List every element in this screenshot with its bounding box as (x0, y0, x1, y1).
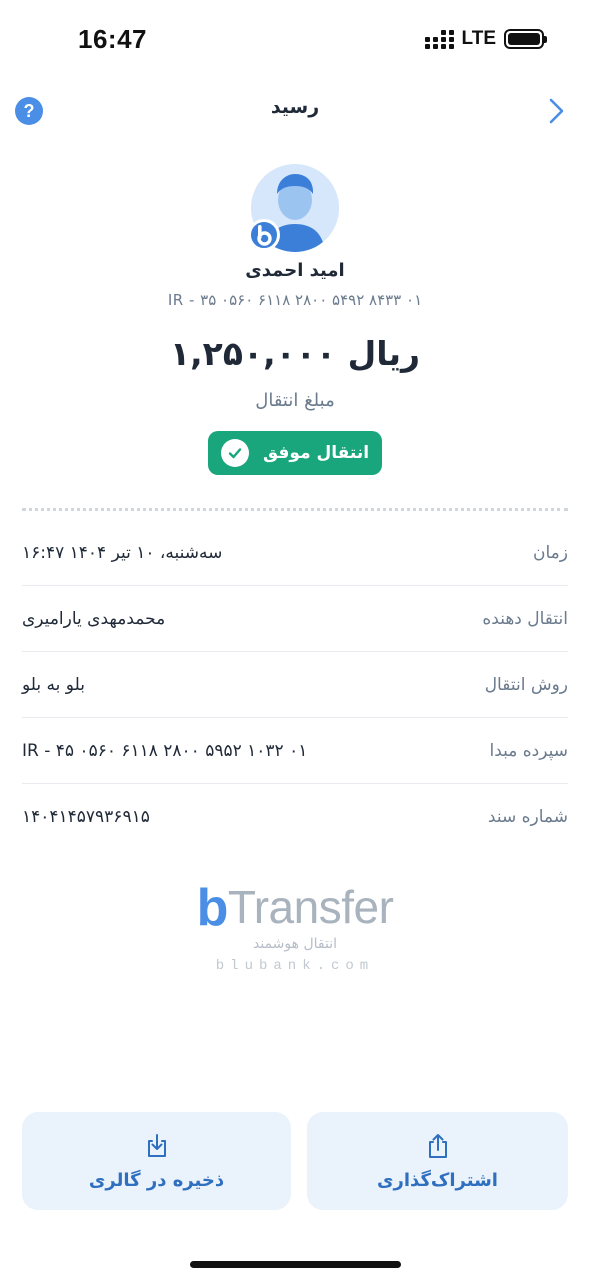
signal-icon (424, 29, 454, 49)
chevron-right-icon (549, 98, 564, 124)
recipient-iban: IR - ۳۵ ۰۵۶۰ ۶۱۱۸ ۲۸۰۰ ۵۴۹۲ ۸۴۳۳ ۰۱ (167, 291, 423, 309)
detail-value: محمدمهدی یارامیری (22, 608, 166, 629)
detail-value: IR - ۴۵ ۰۵۶۰ ۶۱۱۸ ۲۸۰۰ ۵۹۵۲ ۱۰۳۲ ۰۱ (22, 740, 308, 761)
download-icon (147, 1133, 166, 1157)
transfer-amount: ۱,۲۵۰,۰۰۰ ریال (170, 334, 420, 373)
detail-row-document-number: ۱۴۰۴۱۴۵۷۹۳۶۹۱۵ شماره سند (22, 784, 568, 850)
dotted-divider (22, 508, 568, 511)
detail-value: بلو به بلو (22, 674, 85, 695)
network-type: LTE (461, 28, 496, 49)
brand-b: b (196, 879, 229, 937)
brand-title: b Transfer (197, 880, 394, 934)
share-label: اشتراک‌گذاری (377, 1169, 498, 1191)
status-badge: انتقال موفق (208, 431, 382, 475)
brand-domain: blubank.com (215, 958, 375, 974)
detail-label: زمان (533, 542, 568, 563)
detail-row-method: بلو به بلو روش انتقال (22, 652, 568, 718)
detail-value: ۱۴۰۴۱۴۵۷۹۳۶۹۱۵ (22, 807, 150, 827)
status-text: انتقال موفق (262, 443, 370, 463)
detail-value: ۱۶:۴۷ سه‌شنبه، ۱۰ تیر ۱۴۰۴ (22, 542, 223, 563)
brand-logo: b Transfer انتقال هوشمند blubank.com (0, 880, 590, 974)
brand-text: Transfer (227, 881, 394, 933)
share-button[interactable]: اشتراک‌گذاری (307, 1112, 568, 1210)
save-to-gallery-button[interactable]: ذخیره در گالری (22, 1112, 291, 1210)
back-button[interactable] (540, 96, 570, 126)
detail-label: شماره سند (487, 807, 568, 827)
amount-label: مبلغ انتقال (255, 390, 335, 411)
detail-row-sender: محمدمهدی یارامیری انتقال دهنده (22, 586, 568, 652)
page-title: رسید (270, 96, 320, 118)
home-indicator[interactable] (190, 1261, 401, 1268)
detail-label: انتقال دهنده (482, 608, 568, 629)
share-icon (428, 1133, 447, 1158)
detail-row-time: ۱۶:۴۷ سه‌شنبه، ۱۰ تیر ۱۴۰۴ زمان (22, 520, 568, 586)
detail-label: روش انتقال (484, 674, 568, 695)
battery-icon (504, 29, 547, 49)
recipient-name: امید احمدی (245, 260, 345, 281)
brand-tagline: انتقال هوشمند (253, 936, 337, 952)
status-time: 16:47 (78, 24, 147, 54)
bank-badge-icon (248, 219, 280, 251)
detail-row-source-account: IR - ۴۵ ۰۵۶۰ ۶۱۱۸ ۲۸۰۰ ۵۹۵۲ ۱۰۳۲ ۰۱ سپرد… (22, 718, 568, 784)
save-label: ذخیره در گالری (88, 1169, 225, 1191)
status-icons: LTE (424, 28, 547, 50)
detail-label: سپرده مبدا (489, 740, 568, 761)
check-icon (220, 439, 249, 467)
details-list: ۱۶:۴۷ سه‌شنبه، ۱۰ تیر ۱۴۰۴ زمان محمدمهدی… (22, 520, 568, 850)
